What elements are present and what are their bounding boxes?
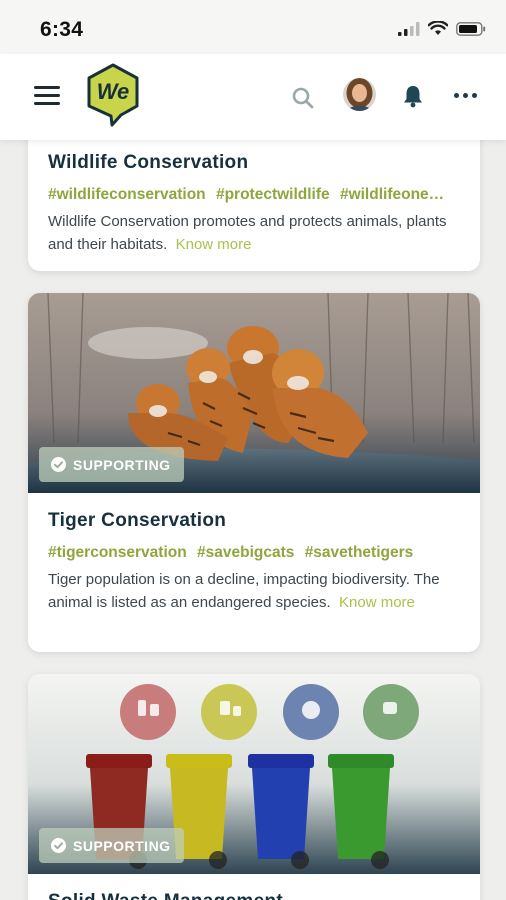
supporting-badge: SUPPORTING [39,447,184,482]
logo-text: We [96,79,130,104]
cause-card-tiger[interactable]: SUPPORTING Tiger Conservation #tigercons… [28,293,480,652]
search-icon[interactable] [292,87,314,109]
avatar-image [343,78,376,111]
waste-image: SUPPORTING [28,674,480,874]
card-tags: #wildlifeconservation #protectwildlife #… [48,186,460,204]
tiger-image: SUPPORTING [28,293,480,493]
battery-icon [456,21,486,36]
app-header: We [0,54,506,140]
status-icons [398,21,486,36]
hashtag[interactable]: #protectwildlife [216,186,330,203]
more-options-icon[interactable] [454,93,477,98]
badge-label: SUPPORTING [73,837,171,854]
know-more-link[interactable]: Know more [339,594,415,611]
app-logo[interactable]: We [86,62,140,128]
hashtag[interactable]: #savethetigers [305,544,414,561]
wifi-icon [428,21,448,35]
check-circle-icon [51,838,66,853]
status-time: 6:34 [40,18,84,41]
user-avatar[interactable] [343,78,376,111]
cause-card-waste[interactable]: SUPPORTING Solid Waste Management [28,674,480,900]
cause-card-wildlife[interactable]: Wildlife Conservation #wildlifeconservat… [28,120,480,271]
supporting-badge: SUPPORTING [39,828,184,863]
hashtag[interactable]: #wildlifeconservation [48,186,206,203]
check-circle-icon [51,457,66,472]
signal-icon [398,21,420,36]
card-title: Wildlife Conservation [48,152,249,173]
card-title: Tiger Conservation [48,510,227,531]
card-description: Tiger population is on a decline, impact… [48,568,460,614]
card-description: Wildlife Conservation promotes and prote… [48,210,460,256]
know-more-link[interactable]: Know more [176,236,252,253]
notification-bell-icon[interactable] [402,84,424,108]
hashtag[interactable]: #tigerconservation [48,544,187,561]
badge-label: SUPPORTING [73,456,171,473]
card-title: Solid Waste Management [48,891,460,900]
card-body: Solid Waste Management [28,874,480,900]
hamburger-menu-icon[interactable] [34,86,60,106]
hashtag[interactable]: #wildlifeone… [340,186,444,203]
card-tags: #tigerconservation #savebigcats #savethe… [48,544,460,562]
status-bar: 6:34 [0,0,506,54]
hashtag[interactable]: #savebigcats [197,544,294,561]
card-body: Tiger Conservation #tigerconservation #s… [28,493,480,614]
